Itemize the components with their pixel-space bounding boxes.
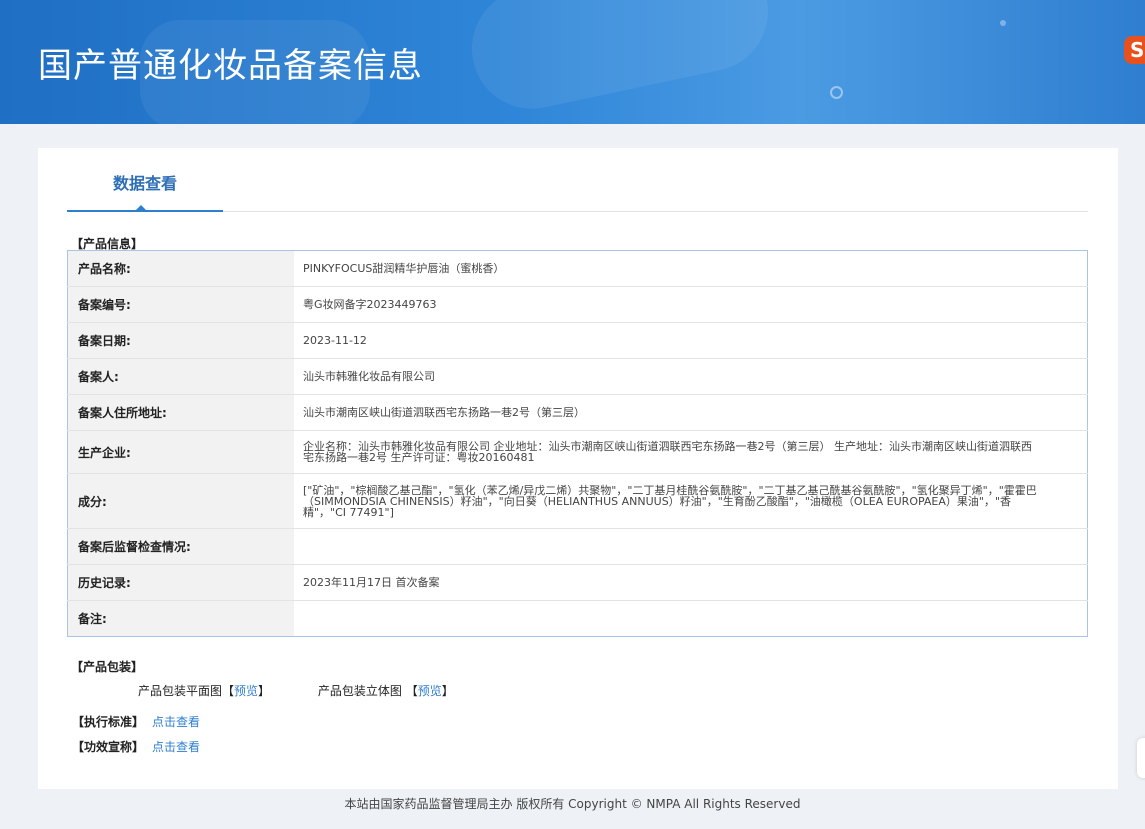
footer-copyright: 本站由国家药品监督管理局主办 版权所有 Copyright © NMPA All…: [344, 797, 801, 811]
table-row: 历史记录: 2023年11月17日 首次备案: [67, 564, 1088, 601]
table-row: 备注:: [67, 600, 1088, 637]
content-panel: 数据查看 【产品信息】 产品名称: PINKYFOCUS甜润精华护唇油（蜜桃香）…: [38, 148, 1118, 789]
row-key: 备案编号:: [67, 286, 294, 323]
flat-image-item: 产品包装平面图【预览】: [138, 684, 274, 698]
row-key: 生产企业:: [67, 430, 294, 474]
product-info-table: 产品名称: PINKYFOCUS甜润精华护唇油（蜜桃香） 备案编号: 粤G妆网备…: [67, 250, 1088, 637]
flat-image-label: 产品包装平面图: [138, 684, 223, 698]
logo-icon[interactable]: S: [1124, 36, 1145, 64]
table-row: 成分: ["矿油"，"棕榈酸乙基己酯"，"氢化（苯乙烯/异戊二烯）共聚物"，"二…: [67, 473, 1088, 529]
bracket: 】: [441, 684, 454, 698]
row-key: 成分:: [67, 473, 294, 529]
bracket: 】: [258, 684, 271, 698]
row-key: 历史记录:: [67, 564, 294, 601]
row-value: 粤G妆网备字2023449763: [294, 286, 1088, 323]
standard-row: 【执行标准】 点击查看: [72, 713, 200, 730]
row-key: 备案人:: [67, 358, 294, 395]
table-row: 备案人住所地址: 汕头市潮南区峡山街道泗联西宅东扬路一巷2号（第三层）: [67, 394, 1088, 431]
packaging-row: 产品包装平面图【预览】 产品包装立体图 【预览】: [138, 682, 498, 699]
row-key: 备案后监督检查情况:: [67, 528, 294, 565]
banner-decoration: [1000, 20, 1006, 26]
efficacy-view-link[interactable]: 点击查看: [152, 740, 200, 754]
side-float-handle[interactable]: [1137, 738, 1145, 778]
banner-decoration: [460, 0, 780, 120]
row-value: 汕头市韩雅化妆品有限公司: [294, 358, 1088, 395]
row-value: [294, 601, 1088, 637]
banner-decoration: [830, 86, 843, 99]
table-row: 备案编号: 粤G妆网备字2023449763: [67, 286, 1088, 323]
tab-label: 数据查看: [112, 174, 177, 193]
table-row: 产品名称: PINKYFOCUS甜润精华护唇油（蜜桃香）: [67, 250, 1088, 287]
solid-image-item: 产品包装立体图 【预览】: [318, 684, 454, 698]
solid-image-label: 产品包装立体图: [317, 684, 402, 698]
row-key: 产品名称:: [67, 250, 294, 287]
table-row: 备案人: 汕头市韩雅化妆品有限公司: [67, 358, 1088, 395]
standard-label: 【执行标准】: [72, 715, 145, 729]
row-value: [294, 528, 1088, 565]
efficacy-label: 【功效宣称】: [72, 740, 145, 754]
flat-image-preview-link[interactable]: 预览: [234, 684, 258, 698]
row-value: 企业名称：汕头市韩雅化妆品有限公司 企业地址：汕头市潮南区峡山街道泗联西宅东扬路…: [294, 430, 1088, 474]
efficacy-row: 【功效宣称】 点击查看: [72, 738, 200, 755]
header-banner: 国产普通化妆品备案信息 S: [0, 0, 1145, 124]
row-value: 2023-11-12: [294, 322, 1088, 359]
row-key: 备注:: [67, 600, 294, 637]
solid-image-preview-link[interactable]: 预览: [418, 684, 442, 698]
row-key: 备案日期:: [67, 322, 294, 359]
tab-bar: 数据查看: [67, 148, 1088, 212]
row-value: PINKYFOCUS甜润精华护唇油（蜜桃香）: [294, 250, 1088, 287]
bracket: 【: [222, 684, 235, 698]
standard-view-link[interactable]: 点击查看: [152, 715, 200, 729]
page-title: 国产普通化妆品备案信息: [38, 46, 423, 86]
caret-up-icon: [135, 205, 147, 211]
tab-data-view[interactable]: 数据查看: [67, 148, 223, 212]
table-row: 备案日期: 2023-11-12: [67, 322, 1088, 359]
row-key: 备案人住所地址:: [67, 394, 294, 431]
row-value: 汕头市潮南区峡山街道泗联西宅东扬路一巷2号（第三层）: [294, 394, 1088, 431]
row-value: 2023年11月17日 首次备案: [294, 564, 1088, 601]
table-row: 备案后监督检查情况:: [67, 528, 1088, 565]
row-value: ["矿油"，"棕榈酸乙基己酯"，"氢化（苯乙烯/异戊二烯）共聚物"，"二丁基月桂…: [294, 473, 1088, 529]
table-row: 生产企业: 企业名称：汕头市韩雅化妆品有限公司 企业地址：汕头市潮南区峡山街道泗…: [67, 430, 1088, 474]
bracket: 【: [405, 684, 418, 698]
packaging-heading: 【产品包装】: [71, 660, 144, 674]
